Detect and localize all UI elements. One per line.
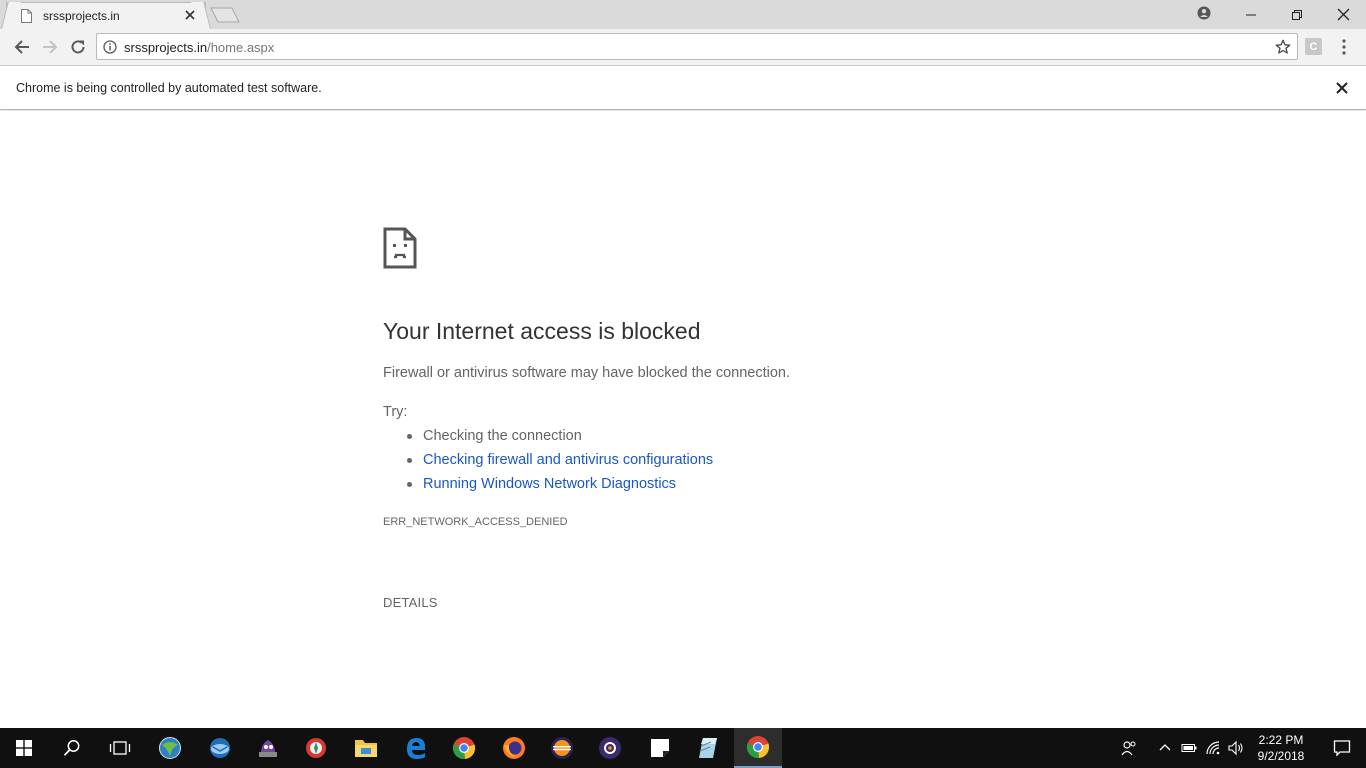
taskbar-clock[interactable]: 2:22 PM 9/2/2018 — [1252, 732, 1310, 764]
error-description: Firewall or antivirus software may have … — [383, 365, 790, 381]
tab-title: srssprojects.in — [43, 9, 120, 23]
taskbar-search-button[interactable] — [48, 728, 96, 768]
infobar-message: Chrome is being controlled by automated … — [16, 81, 322, 95]
back-button[interactable] — [12, 37, 32, 57]
extension-icon[interactable]: C — [1305, 38, 1322, 55]
page-content: Your Internet access is blocked Firewall… — [0, 111, 1366, 728]
taskbar-chrome-active[interactable] — [734, 728, 782, 768]
suggestion-check-connection: Checking the connection — [383, 427, 713, 451]
new-tab-button[interactable] — [210, 7, 240, 23]
details-button[interactable]: DETAILS — [383, 595, 438, 610]
edge-icon — [407, 738, 426, 759]
file-explorer-icon — [355, 740, 377, 757]
taskbar-app-mail[interactable] — [196, 728, 244, 768]
taskbar: 2:22 PM 9/2/2018 — [0, 728, 1366, 768]
forward-button[interactable] — [40, 37, 60, 57]
taskbar-app-network[interactable] — [146, 728, 194, 768]
taskbar-edge[interactable] — [392, 728, 440, 768]
tab-srssprojects[interactable]: srssprojects.in — [6, 2, 206, 29]
reload-icon — [71, 40, 85, 54]
battery-icon[interactable] — [1181, 740, 1197, 756]
notification-icon — [1333, 740, 1351, 757]
suggestion-network-diagnostics-link[interactable]: Running Windows Network Diagnostics — [383, 475, 713, 499]
bookmark-star-icon[interactable] — [1275, 39, 1291, 55]
mail-app-icon — [210, 738, 230, 758]
minimize-icon — [1246, 14, 1256, 15]
taskbar-file-explorer[interactable] — [342, 728, 390, 768]
page-title: Your Internet access is blocked — [383, 318, 701, 344]
menu-dots-icon[interactable] — [1336, 38, 1352, 56]
clock-date: 9/2/2018 — [1257, 749, 1305, 763]
taskbar-app-purple-gear[interactable] — [586, 728, 634, 768]
purple-gear-app-icon — [599, 737, 621, 759]
task-view-button[interactable] — [96, 728, 144, 768]
error-code: ERR_NETWORK_ACCESS_DENIED — [383, 516, 568, 528]
sad-page-icon — [383, 227, 417, 269]
tab-close-icon[interactable] — [183, 8, 197, 22]
firefox-icon — [503, 737, 525, 759]
people-icon[interactable] — [1121, 740, 1137, 756]
purple-app-icon — [259, 740, 277, 757]
profile-icon[interactable] — [1196, 5, 1212, 21]
browser-toolbar: srssprojects.in/home.aspx C — [0, 29, 1366, 66]
back-arrow-icon — [14, 40, 29, 54]
taskbar-app-purple[interactable] — [244, 728, 292, 768]
action-center-button[interactable] — [1322, 728, 1362, 768]
address-bar[interactable]: srssprojects.in/home.aspx — [96, 33, 1298, 60]
close-icon — [1337, 8, 1349, 21]
taskbar-app-pinwheel[interactable] — [292, 728, 340, 768]
tab-strip: srssprojects.in — [0, 0, 1366, 29]
try-label: Try: — [383, 404, 408, 420]
volume-icon[interactable] — [1228, 740, 1244, 756]
restore-icon — [1292, 9, 1302, 20]
network-app-icon — [159, 737, 181, 759]
chrome-active-icon — [746, 736, 770, 759]
automation-infobar: Chrome is being controlled by automated … — [0, 67, 1366, 110]
close-window-button[interactable] — [1320, 0, 1366, 29]
wifi-icon[interactable] — [1205, 740, 1221, 756]
suggestion-firewall-link[interactable]: Checking firewall and antivirus configur… — [383, 451, 713, 475]
url-host: srssprojects.in — [124, 40, 208, 55]
forward-arrow-icon — [43, 40, 58, 54]
eclipse-icon — [551, 737, 573, 759]
page-icon — [21, 9, 32, 23]
taskbar-firefox[interactable] — [490, 728, 538, 768]
url-text[interactable]: srssprojects.in/home.aspx — [124, 40, 274, 55]
pinwheel-app-icon — [306, 738, 326, 758]
clock-time: 2:22 PM — [1258, 733, 1304, 747]
minimize-button[interactable] — [1228, 0, 1274, 29]
sticky-notes-icon — [651, 739, 669, 757]
start-button[interactable] — [0, 728, 48, 768]
taskbar-chrome[interactable] — [440, 728, 488, 768]
reload-button[interactable] — [68, 37, 88, 57]
start-icon — [16, 740, 32, 756]
blue-app-icon — [699, 738, 717, 758]
suggestions-list: Checking the connection Checking firewal… — [383, 427, 713, 499]
chevron-up-icon[interactable] — [1157, 740, 1173, 756]
taskbar-app-blue[interactable] — [684, 728, 732, 768]
restore-button[interactable] — [1274, 0, 1320, 29]
task-view-icon — [109, 741, 131, 755]
chrome-icon — [452, 737, 476, 760]
taskbar-eclipse[interactable] — [538, 728, 586, 768]
close-icon[interactable] — [1335, 81, 1349, 95]
url-path: /home.aspx — [207, 40, 275, 55]
info-icon[interactable] — [103, 40, 117, 54]
taskbar-sticky-notes[interactable] — [636, 728, 684, 768]
search-icon — [63, 740, 80, 756]
